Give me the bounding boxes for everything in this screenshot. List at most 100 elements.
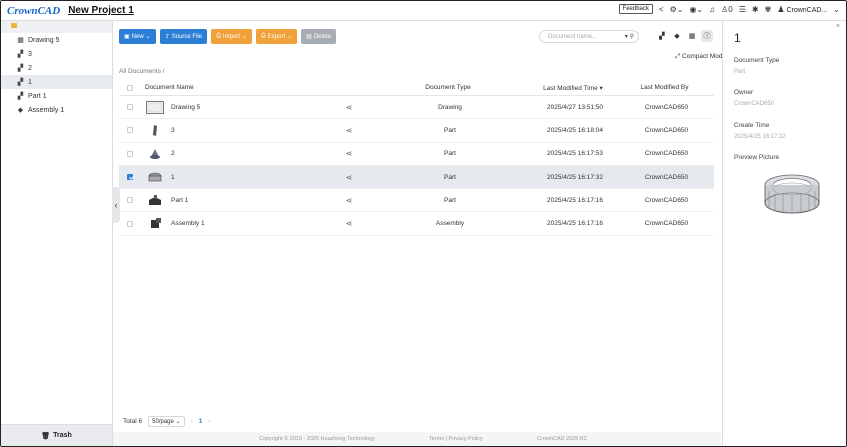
trash-button[interactable]: 🗑 Trash bbox=[1, 424, 112, 446]
table-row[interactable]: 1 ⋖ Part 2025/4/25 16:17:32 CrownCAD650 bbox=[119, 165, 714, 190]
share-icon[interactable]: ⋖ bbox=[329, 126, 369, 135]
last-modified-time: 2025/4/25 16:17:16 bbox=[546, 220, 604, 228]
sidebar-item[interactable]: ▞ 3 bbox=[1, 47, 112, 61]
last-modified-time: 2025/4/27 13:51:50 bbox=[546, 103, 604, 111]
compact-mode-toggle[interactable]: ⤢ Compact Mode bbox=[675, 53, 726, 61]
help-icon[interactable]: ◉⌄ bbox=[689, 5, 703, 14]
document-thumbnail bbox=[146, 100, 164, 114]
last-modified-by: CrownCAD650 bbox=[644, 196, 689, 204]
model-view-icon[interactable]: ◆ bbox=[671, 30, 683, 42]
document-name[interactable]: 3 bbox=[169, 127, 329, 134]
export-button[interactable]: ⎙ Export ⌄ bbox=[255, 29, 298, 44]
tools-icon[interactable]: ♫ bbox=[709, 5, 715, 14]
last-modified-time: 2025/4/25 16:17:53 bbox=[546, 150, 604, 158]
document-type: Part bbox=[444, 196, 456, 204]
share-icon[interactable]: ⋖ bbox=[329, 196, 369, 205]
crowncad-logo[interactable]: CrownCAD bbox=[7, 5, 60, 17]
new-button[interactable]: ▣ New ⌄ bbox=[119, 29, 156, 44]
sidebar-item[interactable]: ◆ Assembly 1 bbox=[1, 103, 112, 117]
document-type: Assembly bbox=[435, 220, 465, 228]
top-right-actions: Feedback < ⚙⌄ ◉⌄ ♫ ♙0 ☰ ✱ ✾ ♟ CrownCAD..… bbox=[618, 4, 840, 14]
expand-icon: ⤢ bbox=[675, 53, 681, 60]
document-thumbnail bbox=[146, 147, 164, 160]
table-row[interactable]: 2 ⋖ Part 2025/4/25 16:17:53 CrownCAD650 bbox=[119, 143, 714, 166]
sidebar-item[interactable]: ▞ Part 1 bbox=[1, 89, 112, 103]
preview-label: Preview Picture bbox=[734, 154, 780, 161]
row-checkbox[interactable] bbox=[127, 220, 133, 227]
menu-icon[interactable]: ☰ bbox=[739, 5, 746, 14]
chevron-down-icon: ⌄ bbox=[287, 34, 293, 40]
breadcrumb: All Documents / bbox=[119, 68, 165, 75]
sidebar-root-folder[interactable] bbox=[1, 21, 112, 33]
delete-icon: ▤ bbox=[306, 34, 312, 40]
settings-icon[interactable]: ⚙⌄ bbox=[670, 5, 684, 14]
document-thumbnail bbox=[146, 124, 164, 137]
search-icon[interactable]: ▾ ⚲ bbox=[625, 33, 634, 40]
user-menu[interactable]: ♟ CrownCAD... bbox=[777, 5, 827, 14]
settings-gear-icon[interactable]: ✱ bbox=[752, 5, 759, 14]
project-title[interactable]: New Project 1 bbox=[68, 5, 134, 16]
chevron-left-icon: ‹ bbox=[114, 200, 118, 210]
last-modified-time: 2025/4/25 16:17:32 bbox=[546, 173, 604, 181]
documents-table: Document Name Document Type Last Modifie… bbox=[119, 80, 714, 236]
row-checkbox[interactable] bbox=[127, 197, 133, 204]
document-name[interactable]: 2 bbox=[169, 150, 329, 157]
apps-icon[interactable]: ✾ bbox=[765, 5, 772, 14]
chevron-down-icon[interactable]: ⌄ bbox=[833, 5, 840, 14]
last-modified-by: CrownCAD650 bbox=[644, 150, 689, 158]
breadcrumb-root[interactable]: All Documents bbox=[119, 68, 161, 75]
document-name[interactable]: 1 bbox=[169, 174, 329, 181]
table-row[interactable]: 3 ⋖ Part 2025/4/25 16:18:04 CrownCAD650 bbox=[119, 119, 714, 143]
close-icon[interactable]: × bbox=[836, 23, 840, 30]
share-icon[interactable]: ⋖ bbox=[329, 173, 369, 182]
part-view-icon[interactable]: ▞ bbox=[656, 30, 668, 42]
share-icon[interactable]: ⋖ bbox=[329, 219, 369, 228]
search-input[interactable]: Document name... bbox=[548, 34, 597, 40]
notification-icon[interactable]: ♙0 bbox=[721, 5, 733, 14]
top-bar: CrownCAD New Project 1 Feedback < ⚙⌄ ◉⌄ … bbox=[1, 1, 846, 21]
page-size-select[interactable]: 50/page ⌄ bbox=[148, 416, 185, 427]
prev-page-button[interactable]: ‹ bbox=[191, 418, 193, 425]
drawing-view-icon[interactable]: ▦ bbox=[686, 30, 698, 42]
feedback-button[interactable]: Feedback bbox=[618, 4, 653, 14]
document-name[interactable]: Drawing 5 bbox=[169, 104, 329, 111]
sort-desc-icon: ▾ bbox=[599, 84, 603, 92]
column-header-time[interactable]: Last Modified Time ▾ bbox=[529, 84, 617, 92]
document-name[interactable]: Assembly 1 bbox=[169, 220, 329, 227]
row-checkbox[interactable] bbox=[127, 127, 133, 134]
delete-button[interactable]: ▤ Delete bbox=[301, 29, 337, 44]
table-row[interactable]: Drawing 5 ⋖ Drawing 2025/4/27 13:51:50 Crown… bbox=[119, 96, 714, 120]
sidebar-item[interactable]: ▞ 2 bbox=[1, 61, 112, 75]
table-body: Drawing 5 ⋖ Drawing 2025/4/27 13:51:50 Crown… bbox=[119, 96, 714, 236]
next-page-button[interactable]: › bbox=[208, 418, 210, 425]
row-checkbox[interactable] bbox=[127, 104, 133, 111]
sidebar-item-label: 2 bbox=[28, 64, 32, 72]
document-name[interactable]: Part 1 bbox=[169, 197, 329, 204]
import-icon: ⎙ bbox=[216, 33, 221, 39]
row-checkbox[interactable] bbox=[127, 174, 133, 181]
last-modified-time: 2025/4/25 16:18:04 bbox=[546, 126, 604, 134]
document-thumbnail bbox=[146, 171, 164, 184]
part-icon: ▞ bbox=[17, 51, 24, 58]
row-checkbox[interactable] bbox=[127, 150, 133, 157]
new-doc-icon: ▣ bbox=[124, 34, 130, 40]
info-icon[interactable]: ⓘ bbox=[701, 30, 713, 42]
share-icon[interactable]: ⋖ bbox=[329, 103, 369, 112]
import-button[interactable]: ⎙ Import ⌄ bbox=[211, 29, 252, 44]
select-all-checkbox[interactable] bbox=[127, 84, 133, 91]
sidebar-item[interactable]: ▞ 1 bbox=[1, 75, 112, 89]
share-icon[interactable]: ⋖ bbox=[329, 149, 369, 158]
search-box[interactable]: Document name... ▾ ⚲ bbox=[539, 30, 639, 43]
table-row[interactable]: Part 1 ⋖ Part 2025/4/25 16:17:16 CrownCAD650 bbox=[119, 189, 714, 213]
source-file-button[interactable]: ⇪ Source File bbox=[159, 29, 208, 44]
page-number[interactable]: 1 bbox=[199, 418, 203, 425]
details-title: 1 bbox=[734, 31, 741, 45]
version-text: CrownCAD 2025.R2 bbox=[537, 436, 587, 442]
column-header-by: Last Modified By bbox=[640, 84, 689, 91]
footer-links[interactable]: Terms | Privacy Policy bbox=[429, 436, 483, 442]
last-modified-by: CrownCAD650 bbox=[644, 126, 689, 134]
part-icon: ▞ bbox=[17, 65, 24, 72]
share-icon[interactable]: < bbox=[659, 5, 664, 14]
sidebar-item[interactable]: ▦ Drawing 5 bbox=[1, 33, 112, 47]
table-row[interactable]: Assembly 1 ⋖ Assembly 2025/4/25 16:17:16 Cro… bbox=[119, 212, 714, 236]
